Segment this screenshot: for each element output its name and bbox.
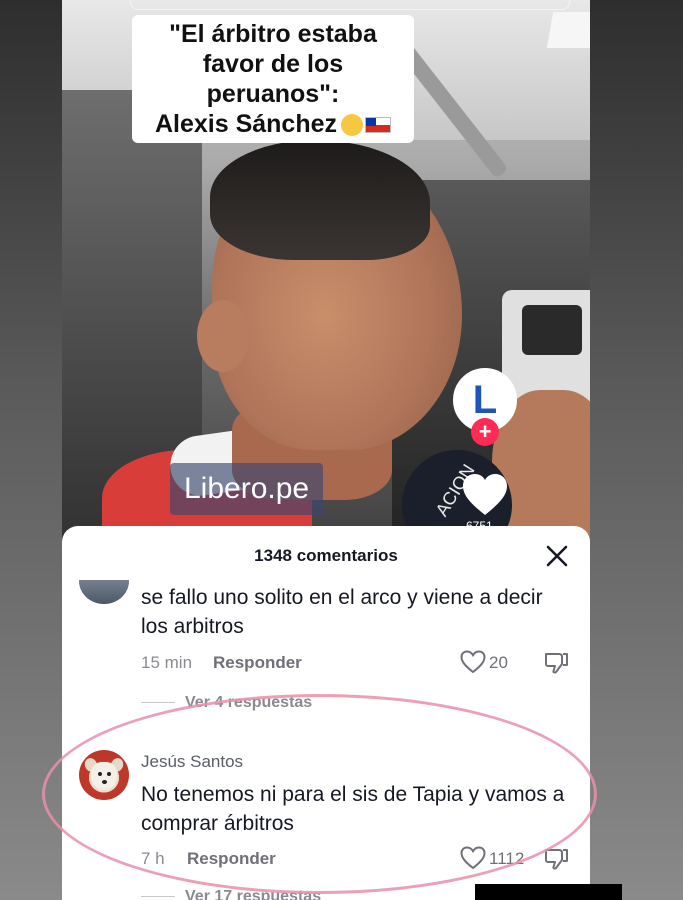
search-bar-edge [130,0,570,10]
person-hair [210,140,430,260]
video-machine-screen [522,305,582,355]
comment-like-count: 20 [489,653,508,672]
caption-line-1: "El árbitro estaba [169,20,377,48]
corner-overlay-box [475,884,622,900]
creator-avatar-initial: L [472,377,498,422]
comments-count-title: 1348 comentarios [254,546,398,565]
follow-button[interactable]: + [471,418,499,446]
video-ceiling-light [546,12,590,48]
caption-line-3-text: Alexis Sánchez [154,110,338,138]
heart-icon[interactable] [462,473,508,517]
caption-line-2: favor de los peruanos": [202,50,344,108]
video-caption: "El árbitro estaba favor de los peruanos… [132,15,414,143]
chile-flag-icon [365,117,392,134]
reply-button[interactable]: Responder [213,653,302,673]
face-emoji-icon [341,114,364,137]
caption-line-3: Alexis Sánchez [140,109,406,139]
dislike-icon[interactable] [543,650,569,676]
comment-time: 15 min [141,653,193,672]
comment-text: se fallo uno solito en el arco y viene a… [141,586,543,638]
person-ear [197,300,249,372]
right-frame [590,0,683,900]
comment-like-icon[interactable] [460,650,486,674]
video-watermark: Libero.pe [170,463,324,515]
close-icon[interactable] [544,543,570,569]
highlight-annotation-ring [42,694,597,894]
